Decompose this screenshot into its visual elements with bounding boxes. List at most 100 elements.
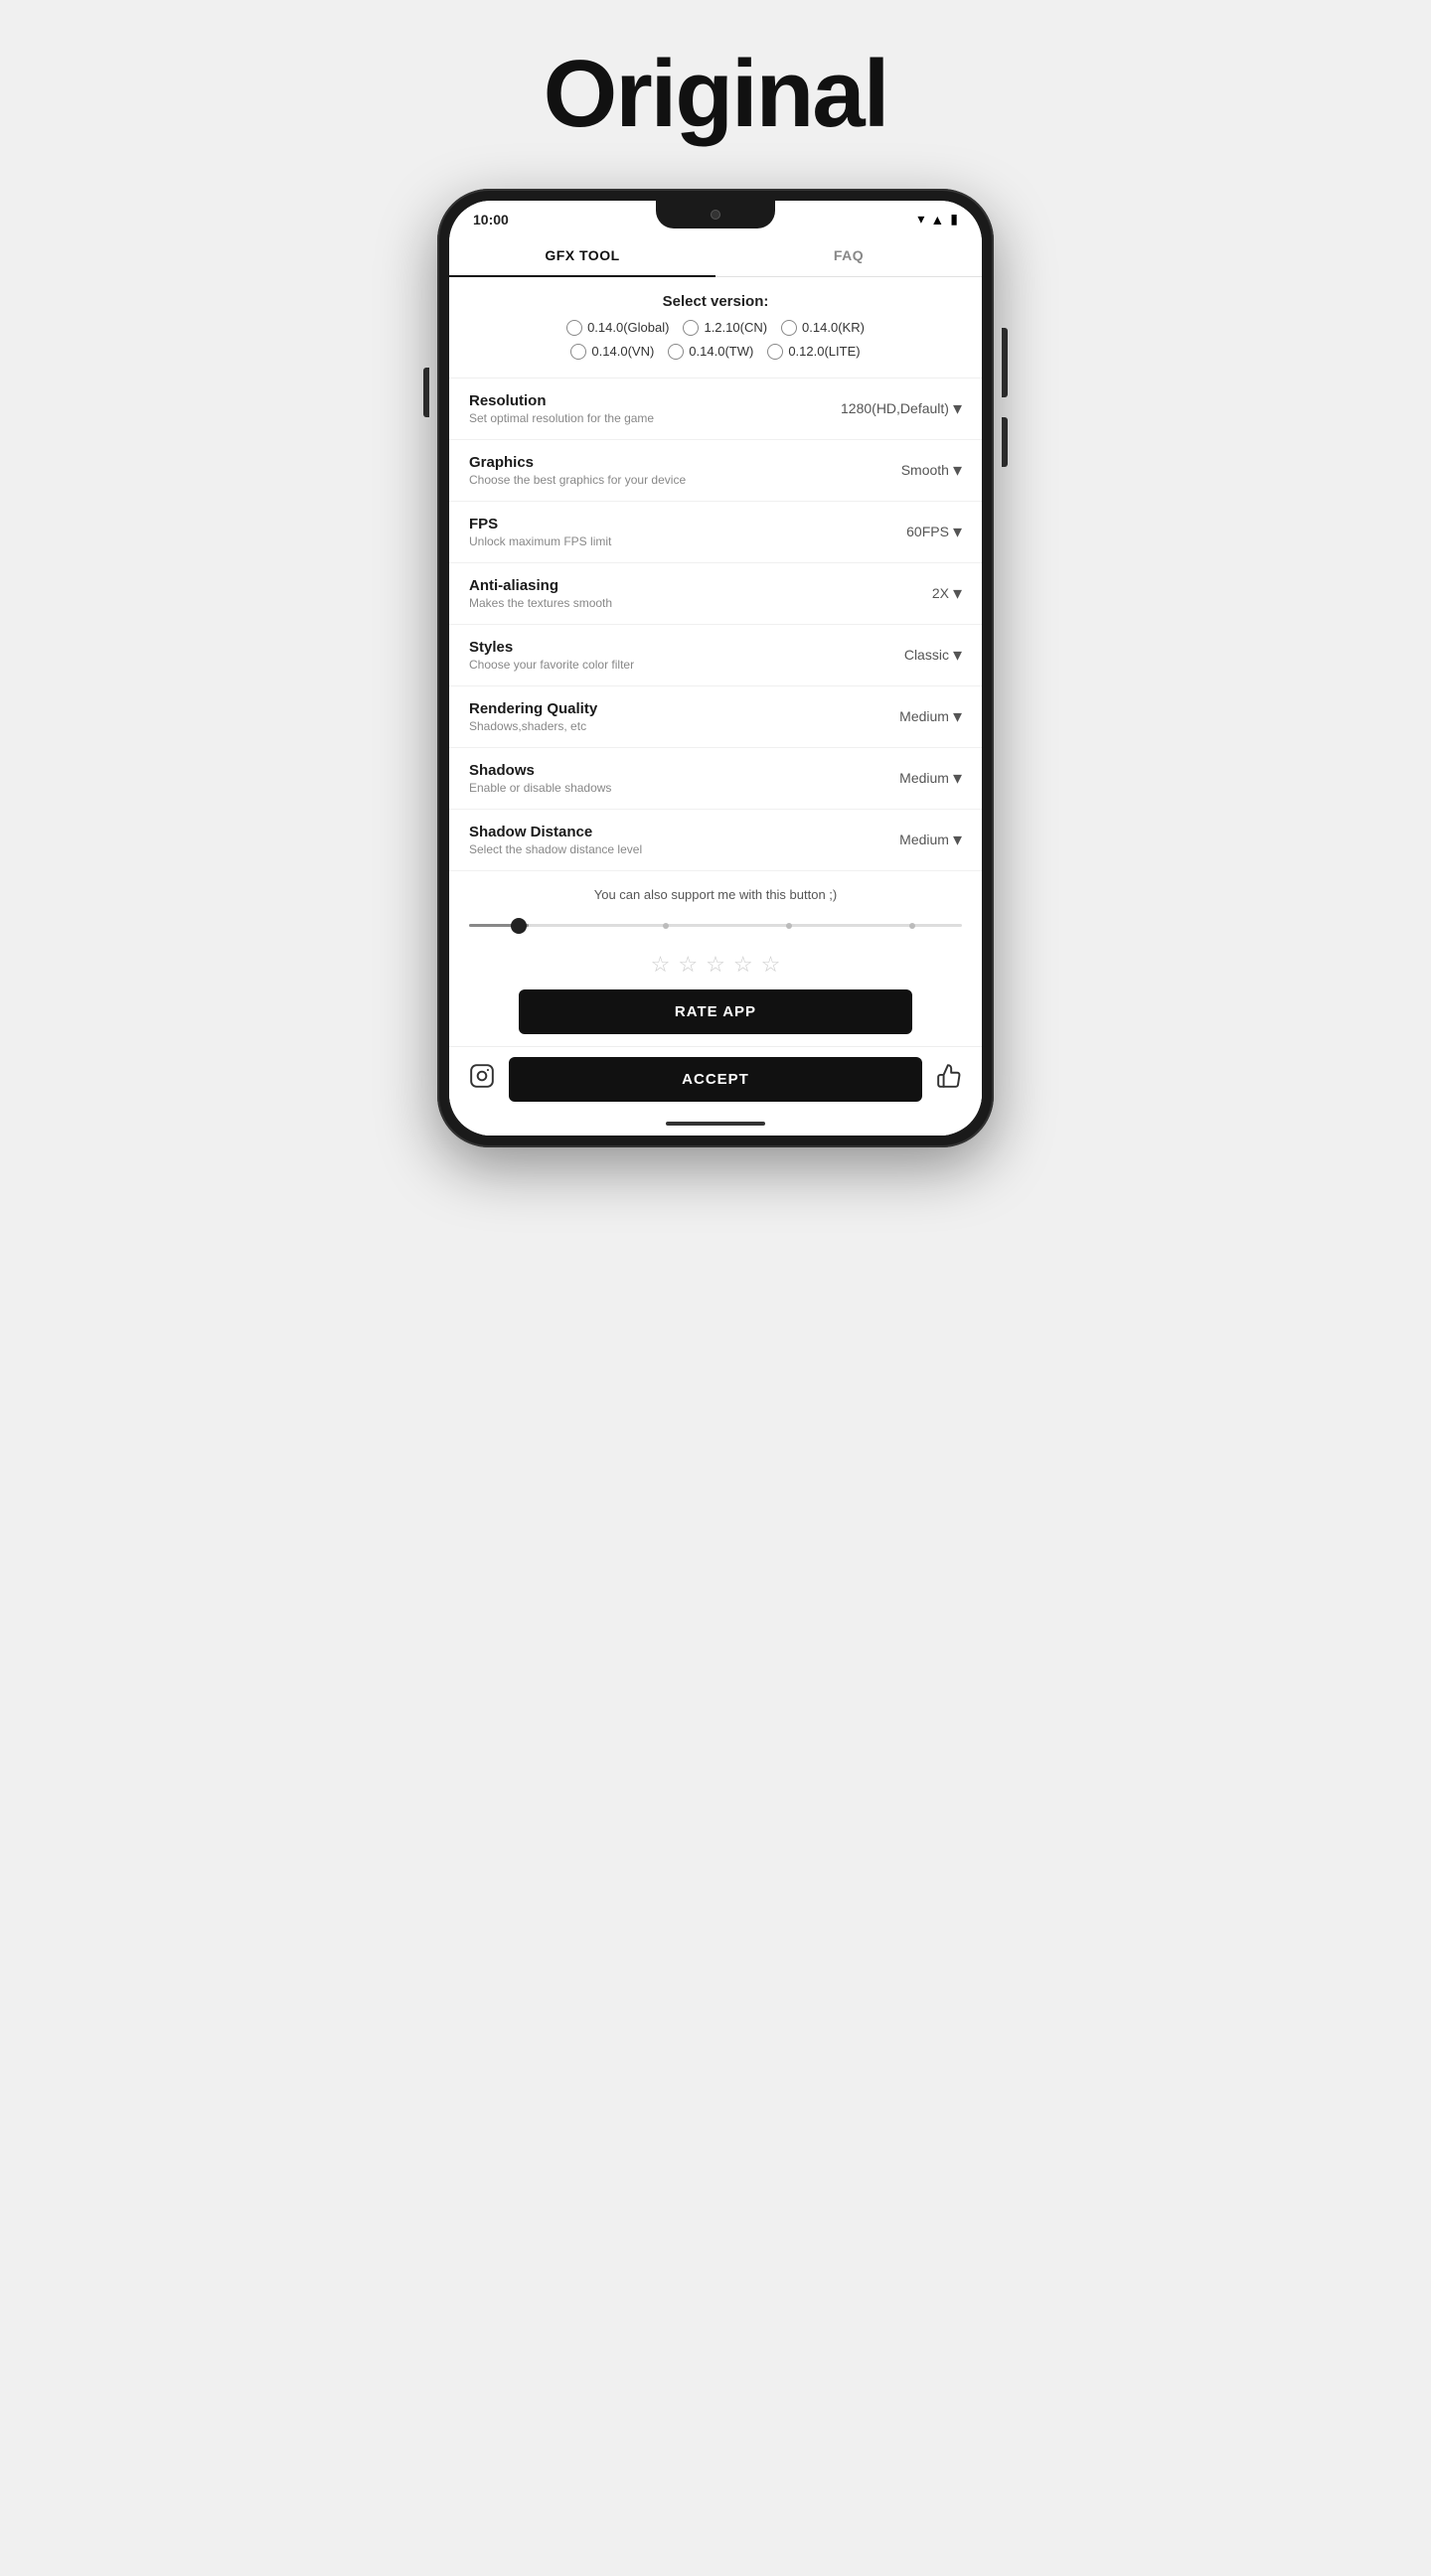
- version-option-lite[interactable]: 0.12.0(LITE): [767, 344, 860, 360]
- star-4[interactable]: ☆: [733, 952, 753, 978]
- thumbsup-icon[interactable]: [936, 1063, 962, 1095]
- version-label-lite: 0.12.0(LITE): [788, 344, 860, 359]
- phone-screen: 10:00 ▾ ▲ ▮ GFX TOOL FAQ Select version:…: [449, 201, 982, 1136]
- front-camera: [711, 210, 720, 220]
- setting-rendering-desc: Shadows,shaders, etc: [469, 719, 899, 733]
- accept-button[interactable]: ACCEPT: [509, 1057, 922, 1102]
- setting-antialiasing-left: Anti-aliasing Makes the textures smooth: [469, 577, 932, 610]
- version-label-kr: 0.14.0(KR): [802, 320, 865, 335]
- setting-shadows-desc: Enable or disable shadows: [469, 781, 899, 795]
- signal-icon: ▲: [930, 212, 944, 227]
- status-time: 10:00: [473, 212, 509, 227]
- wifi-icon: ▾: [917, 211, 924, 227]
- support-slider[interactable]: [469, 916, 962, 936]
- dropdown-arrow-antialiasing: ▾: [953, 583, 962, 604]
- setting-graphics-value: Smooth: [901, 462, 949, 478]
- slider-dot-1: [663, 923, 669, 929]
- version-option-kr[interactable]: 0.14.0(KR): [781, 320, 865, 336]
- setting-fps: FPS Unlock maximum FPS limit 60FPS ▾: [449, 502, 982, 563]
- slider-thumb[interactable]: [511, 918, 527, 934]
- setting-resolution-label: Resolution: [469, 392, 841, 409]
- side-button-left: [423, 368, 429, 417]
- version-option-tw[interactable]: 0.14.0(TW): [668, 344, 753, 360]
- star-1[interactable]: ☆: [651, 952, 671, 978]
- radio-cn[interactable]: [683, 320, 699, 336]
- phone-notch: [656, 201, 775, 228]
- setting-antialiasing-label: Anti-aliasing: [469, 577, 932, 594]
- setting-shadow-distance-right[interactable]: Medium ▾: [899, 830, 962, 850]
- slider-dot-3: [909, 923, 915, 929]
- setting-styles-value: Classic: [904, 647, 949, 663]
- setting-resolution-right[interactable]: 1280(HD,Default) ▾: [841, 398, 962, 419]
- radio-global[interactable]: [566, 320, 582, 336]
- select-version-section: Select version: 0.14.0(Global) 1.2.10(CN…: [449, 277, 982, 379]
- setting-shadow-distance-value: Medium: [899, 832, 949, 847]
- radio-kr[interactable]: [781, 320, 797, 336]
- setting-fps-label: FPS: [469, 516, 906, 532]
- select-version-title: Select version:: [459, 293, 972, 310]
- setting-fps-left: FPS Unlock maximum FPS limit: [469, 516, 906, 548]
- home-indicator: [449, 1116, 982, 1136]
- dropdown-arrow-graphics: ▾: [953, 460, 962, 481]
- setting-resolution-desc: Set optimal resolution for the game: [469, 411, 841, 425]
- support-section: You can also support me with this button…: [449, 871, 982, 1046]
- setting-antialiasing-value: 2X: [932, 585, 949, 601]
- setting-shadow-distance-label: Shadow Distance: [469, 824, 899, 840]
- tab-faq[interactable]: FAQ: [716, 233, 982, 276]
- dropdown-arrow-fps: ▾: [953, 522, 962, 542]
- star-5[interactable]: ☆: [761, 952, 781, 978]
- radio-vn[interactable]: [570, 344, 586, 360]
- battery-icon: ▮: [950, 211, 958, 227]
- version-label-tw: 0.14.0(TW): [689, 344, 753, 359]
- status-icons: ▾ ▲ ▮: [917, 211, 958, 227]
- version-label-global: 0.14.0(Global): [587, 320, 669, 335]
- setting-styles-label: Styles: [469, 639, 904, 656]
- version-label-vn: 0.14.0(VN): [591, 344, 654, 359]
- radio-tw[interactable]: [668, 344, 684, 360]
- setting-fps-desc: Unlock maximum FPS limit: [469, 534, 906, 548]
- side-button-right-bottom: [1002, 417, 1008, 467]
- setting-rendering-left: Rendering Quality Shadows,shaders, etc: [469, 700, 899, 733]
- home-bar: [666, 1122, 765, 1126]
- setting-styles-right[interactable]: Classic ▾: [904, 645, 962, 666]
- setting-shadows-label: Shadows: [469, 762, 899, 779]
- setting-graphics-left: Graphics Choose the best graphics for yo…: [469, 454, 901, 487]
- setting-graphics-right[interactable]: Smooth ▾: [901, 460, 962, 481]
- setting-rendering-right[interactable]: Medium ▾: [899, 706, 962, 727]
- star-3[interactable]: ☆: [706, 952, 725, 978]
- phone-device: 10:00 ▾ ▲ ▮ GFX TOOL FAQ Select version:…: [437, 189, 994, 1147]
- setting-shadows: Shadows Enable or disable shadows Medium…: [449, 748, 982, 810]
- version-option-vn[interactable]: 0.14.0(VN): [570, 344, 654, 360]
- star-2[interactable]: ☆: [678, 952, 698, 978]
- version-row-1: 0.14.0(Global) 1.2.10(CN) 0.14.0(KR): [459, 320, 972, 336]
- version-option-global[interactable]: 0.14.0(Global): [566, 320, 669, 336]
- setting-fps-right[interactable]: 60FPS ▾: [906, 522, 962, 542]
- version-option-cn[interactable]: 1.2.10(CN): [683, 320, 767, 336]
- side-button-right-top: [1002, 328, 1008, 397]
- setting-fps-value: 60FPS: [906, 524, 949, 539]
- dropdown-arrow-rendering: ▾: [953, 706, 962, 727]
- setting-shadow-distance-left: Shadow Distance Select the shadow distan…: [469, 824, 899, 856]
- star-rating[interactable]: ☆ ☆ ☆ ☆ ☆: [469, 952, 962, 978]
- main-content: Select version: 0.14.0(Global) 1.2.10(CN…: [449, 277, 982, 1136]
- tab-gfx-tool[interactable]: GFX TOOL: [449, 233, 716, 277]
- setting-rendering: Rendering Quality Shadows,shaders, etc M…: [449, 686, 982, 748]
- version-row-2: 0.14.0(VN) 0.14.0(TW) 0.12.0(LITE): [459, 344, 972, 360]
- rate-app-button[interactable]: RATE APP: [519, 989, 913, 1034]
- setting-resolution: Resolution Set optimal resolution for th…: [449, 379, 982, 440]
- setting-styles-left: Styles Choose your favorite color filter: [469, 639, 904, 672]
- dropdown-arrow-shadows: ▾: [953, 768, 962, 789]
- setting-graphics: Graphics Choose the best graphics for yo…: [449, 440, 982, 502]
- setting-shadows-right[interactable]: Medium ▾: [899, 768, 962, 789]
- setting-resolution-value: 1280(HD,Default): [841, 400, 949, 416]
- instagram-icon[interactable]: [469, 1063, 495, 1095]
- tab-bar: GFX TOOL FAQ: [449, 233, 982, 277]
- setting-styles-desc: Choose your favorite color filter: [469, 658, 904, 672]
- setting-styles: Styles Choose your favorite color filter…: [449, 625, 982, 686]
- setting-antialiasing-right[interactable]: 2X ▾: [932, 583, 962, 604]
- bottom-bar: ACCEPT: [449, 1046, 982, 1116]
- setting-rendering-label: Rendering Quality: [469, 700, 899, 717]
- dropdown-arrow-styles: ▾: [953, 645, 962, 666]
- setting-shadow-distance: Shadow Distance Select the shadow distan…: [449, 810, 982, 871]
- radio-lite[interactable]: [767, 344, 783, 360]
